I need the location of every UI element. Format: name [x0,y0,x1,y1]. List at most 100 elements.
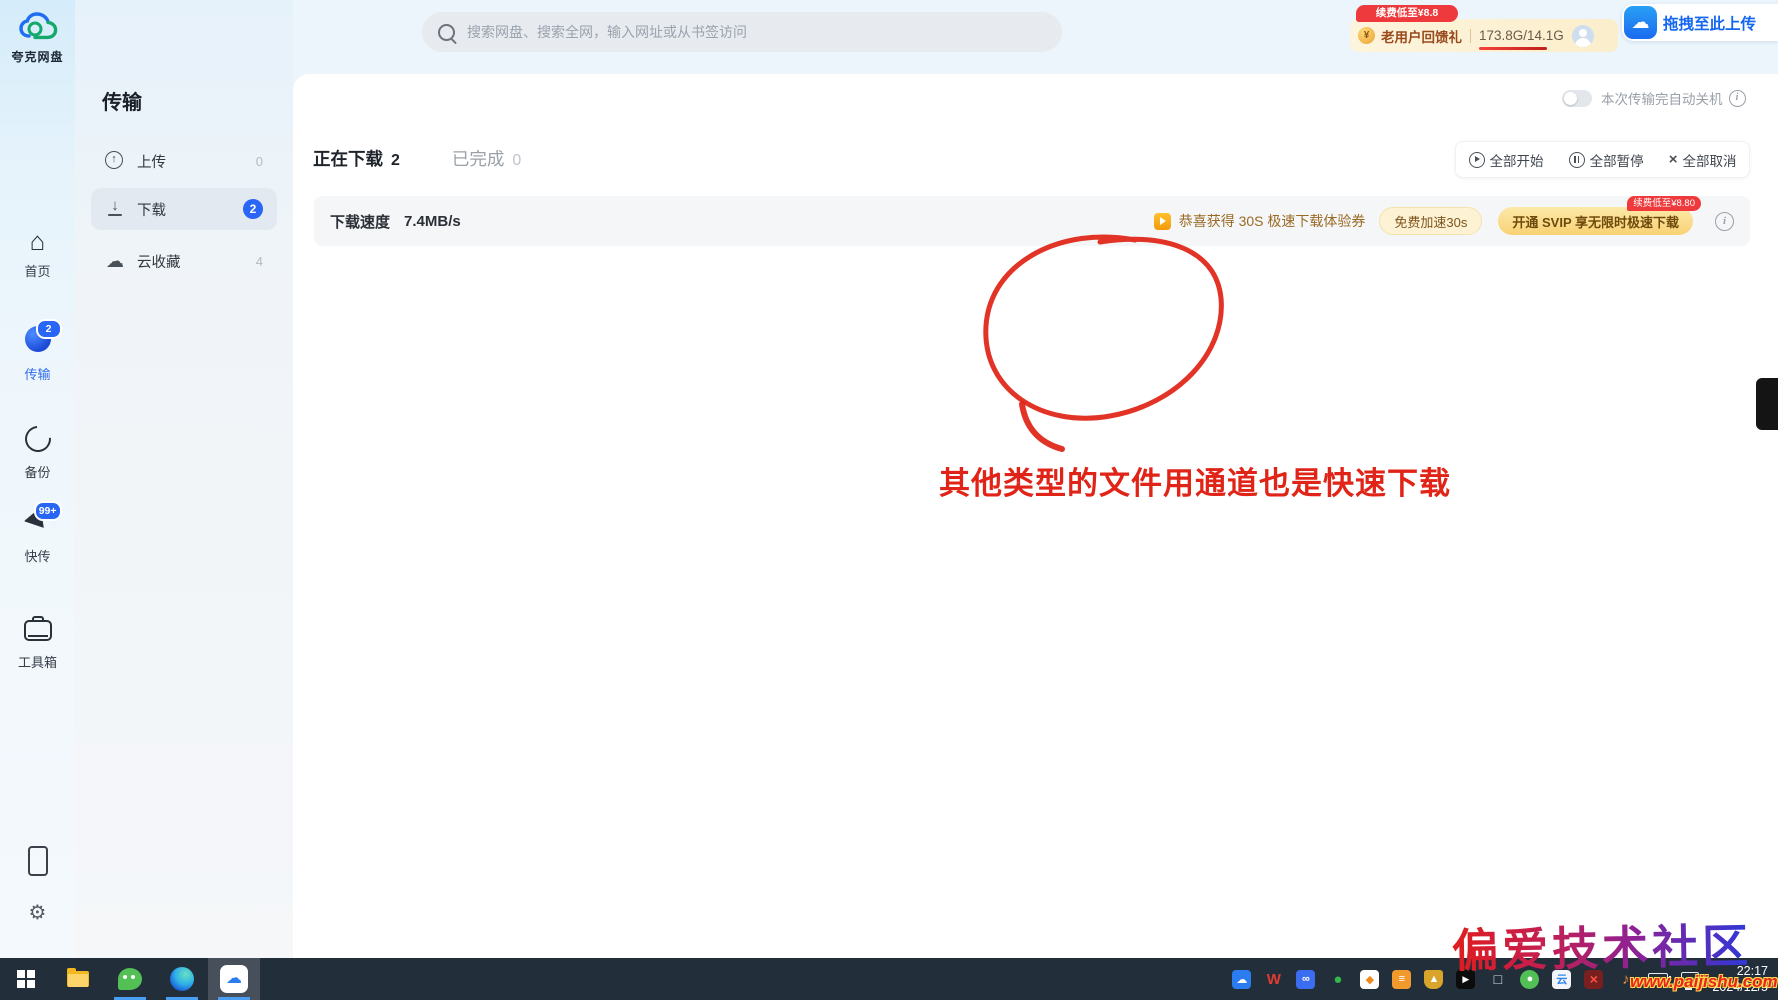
cancel-all-label: 全部取消 [1682,150,1736,170]
batch-controls: 全部开始 全部暂停 × 全部取消 [1455,141,1750,178]
audio-color-icon[interactable]: ♪ [1616,970,1635,989]
taskbar-quark[interactable]: ☁ [208,958,260,1000]
coin-icon: ¥ [1358,27,1375,44]
pause-all-label: 全部暂停 [1590,150,1644,170]
taskbar-wechat[interactable] [104,958,156,1000]
drag-drop-upload-area[interactable]: ☁ 拖拽至此上传 [1622,4,1778,41]
shield-icon[interactable]: ▲ [1424,970,1443,989]
start-button[interactable] [0,958,52,1000]
quark-netdisk-window: 夸克网盘 ⌂ 首页 2 传输 备份 99+ 快传 工具箱 [0,0,1778,1000]
free-boost-button[interactable]: 免费加速30s [1379,207,1482,235]
battery-icon[interactable] [1648,973,1668,985]
windows-taskbar: ☁ ☁ W ∞ ● ◆ ≡ ▲ ▶ □ ● 云 × ♪ 22:17 2024/1… [0,958,1778,1000]
rail-item-label: 首页 [0,261,75,280]
home-icon: ⌂ [30,226,46,256]
tab-completed[interactable]: 已完成 0 [452,146,521,171]
upload-icon: ↑ [105,151,123,169]
quark-app-icon: ☁ [220,965,248,993]
sidebar-item-cloud-collect[interactable]: ☁ 云收藏 4 [91,240,277,282]
quark-tray-icon[interactable]: ☁ [1232,970,1251,989]
wechat-icon [118,968,142,990]
user-avatar[interactable] [1572,25,1594,47]
sidebar-item-download[interactable]: ↓ 下载 2 [91,188,277,230]
start-all-label: 全部开始 [1490,150,1544,170]
gear-icon: ⚙ [29,902,47,924]
speed-label: 下载速度 [330,211,390,232]
play-icon [1469,152,1485,168]
wps-icon[interactable]: W [1264,970,1283,989]
rail-item-label: 备份 [0,462,75,481]
search-bar[interactable] [422,12,1062,52]
rail-item-toolbox[interactable]: 工具箱 [0,614,75,671]
download-speed-banner: 下载速度 7.4MB/s 恭喜获得 30S 极速下载体验券 免费加速30s 开通… [314,196,1750,246]
clock-time: 22:17 [1712,963,1768,979]
transfer-badge: 2 [36,319,62,339]
screen-block-icon[interactable]: × [1584,970,1603,989]
auto-shutdown-control: 本次传输完自动关机 i [1562,88,1746,108]
folder-icon [67,971,89,987]
edge-browser-icon [170,967,194,991]
member-gift-label: 老用户回馈礼 [1381,26,1462,46]
clock-date: 2024/12/5 [1712,979,1768,995]
rail-item-transfer[interactable]: 2 传输 [0,326,75,383]
annotation-text: 其他类型的文件用通道也是快速下载 [939,458,1451,503]
tab-label: 已完成 [452,146,505,171]
search-icon [438,24,455,41]
backup-sync-icon [19,421,56,458]
stacked-windows-icon[interactable]: □ [1488,970,1507,989]
windows-logo-icon [17,970,35,988]
quark-cloud-icon [15,10,61,46]
sidebar-item-label: 上传 [137,151,256,172]
speed-value: 7.4MB/s [404,213,461,230]
sidebar-title: 传输 [102,86,142,115]
window-app-icon[interactable]: ≡ [1392,970,1411,989]
taskbar-edge[interactable] [156,958,208,1000]
rail-item-quick-send[interactable]: 99+ 快传 [0,508,75,565]
app-logo[interactable]: 夸克网盘 [0,10,75,65]
cloud-app-icon[interactable]: ∞ [1296,970,1315,989]
rail-item-label: 快传 [0,546,75,565]
coupon-promo-text: 恭喜获得 30S 极速下载体验券 [1179,211,1366,231]
speed-coupon-icon [1154,213,1171,230]
pause-all-button[interactable]: 全部暂停 [1569,150,1644,170]
taskbar-clock[interactable]: 22:17 2024/12/5 [1712,963,1768,996]
rail-item-label: 工具箱 [0,652,75,671]
sidebar-item-upload[interactable]: ↑ 上传 0 [91,140,277,182]
app-name: 夸克网盘 [0,48,75,65]
rail-item-settings[interactable]: ⚙ [0,900,75,925]
quark-logo-icon: ☁ [1624,6,1657,39]
cancel-all-button[interactable]: × 全部取消 [1669,150,1737,170]
tab-downloading[interactable]: 正在下载 2 [313,146,400,171]
phone-icon [28,846,48,876]
yun-cloud-icon[interactable]: 云 [1552,970,1571,989]
wechat-tray-icon[interactable]: ● [1520,970,1539,989]
open-svip-button[interactable]: 开通 SVIP 享无限时极速下载 [1498,207,1693,235]
start-all-button[interactable]: 全部开始 [1469,150,1544,170]
storage-usage: 173.8G/14.1G [1479,28,1564,43]
search-input[interactable] [465,23,1046,41]
tab-label: 正在下载 [313,146,383,171]
rail-item-home[interactable]: ⌂ 首页 [0,228,75,280]
member-gift-banner[interactable]: ¥ 老用户回馈礼 173.8G/14.1G [1350,19,1618,52]
edge-panel-handle[interactable] [1756,378,1778,430]
rail-item-label: 传输 [0,364,75,383]
tab-count: 2 [391,152,400,170]
toolbox-icon [24,620,52,641]
network-monitor-icon[interactable] [1681,972,1699,986]
divider [1470,29,1471,43]
close-icon: × [1669,151,1678,168]
transfer-sidebar: 传输 ↑ 上传 0 ↓ 下载 2 ☁ 云收藏 4 [75,0,293,958]
drop-upload-label: 拖拽至此上传 [1663,12,1756,34]
video-player-icon[interactable]: ▶ [1456,970,1475,989]
rail-item-mobile[interactable] [0,846,75,876]
download-icon: ↓ [105,199,125,216]
sidebar-item-label: 云收藏 [137,251,256,272]
rail-item-backup[interactable]: 备份 [0,424,75,481]
taskbar-file-explorer[interactable] [52,958,104,1000]
auto-shutdown-toggle[interactable] [1562,90,1592,107]
info-icon: i [1715,212,1734,231]
network-green-icon[interactable]: ● [1328,970,1347,989]
download-tabs: 正在下载 2 已完成 0 [313,146,573,171]
code-tool-icon[interactable]: ◆ [1360,970,1379,989]
download-count-badge: 2 [243,199,263,219]
